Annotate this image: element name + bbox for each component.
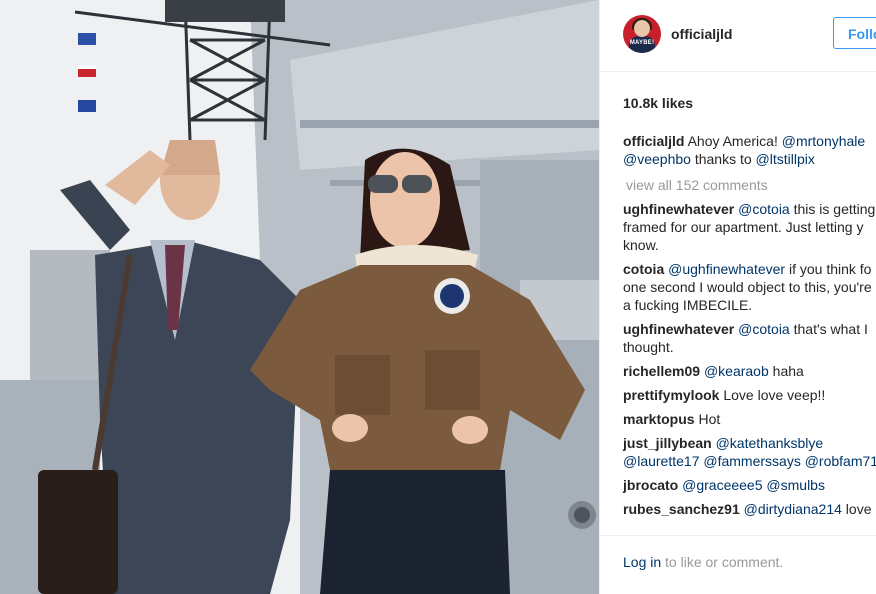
mention-link[interactable]: @ughfinewhatever	[668, 261, 785, 277]
comment: ughfinewhatever @cotoia this is getting	[623, 200, 876, 218]
post-side-panel: MAYBE! officialjld Follo 10.8k likes off…	[599, 0, 876, 594]
comment: marktopus Hot	[623, 410, 876, 428]
comment-text: that's what I	[789, 321, 868, 337]
comment: jbrocato @graceeee5 @smulbs	[623, 476, 876, 494]
comments-list: officialjld Ahoy America! @mrtonyhale @v…	[623, 132, 876, 518]
caption-text: Ahoy America!	[684, 133, 782, 149]
mention-link[interactable]: @mrtonyhale	[782, 133, 865, 149]
view-all-comments-link[interactable]: view all 152 comments	[626, 176, 876, 194]
likes-count[interactable]: 10.8k likes	[623, 95, 693, 111]
comment-user[interactable]: ughfinewhatever	[623, 201, 734, 217]
comment-user[interactable]: richellem09	[623, 363, 700, 379]
follow-button[interactable]: Follo	[833, 17, 876, 49]
comment: cotoia @ughfinewhatever if you think fo	[623, 260, 876, 278]
comment-line: thought.	[623, 339, 674, 355]
mention-link[interactable]: @veephbo	[623, 151, 691, 167]
mention-link[interactable]: @smulbs	[766, 477, 825, 493]
mention-link[interactable]: @robfam715	[805, 453, 876, 469]
comment-line: one second I would object to this, you'r…	[623, 279, 872, 295]
mention-link[interactable]: @cotoia	[738, 321, 790, 337]
comment-line: @laurette17 @fammerssays @robfam715	[623, 452, 876, 470]
post-photo[interactable]	[0, 0, 599, 594]
mention-link[interactable]: @ltstillpix	[756, 151, 815, 167]
caption: officialjld Ahoy America! @mrtonyhale	[623, 132, 876, 150]
comment-line: know.	[623, 237, 659, 253]
login-prompt: Log in to like or comment.	[623, 554, 783, 570]
avatar-face	[634, 20, 650, 37]
mention-link[interactable]: @laurette17	[623, 453, 699, 469]
photo-illustration	[0, 0, 599, 594]
comment-text: Love love veep!!	[719, 387, 826, 403]
mention-link[interactable]: @dirtydiana214	[744, 501, 842, 517]
comment-user[interactable]: ughfinewhatever	[623, 321, 734, 337]
caption-user[interactable]: officialjld	[623, 133, 684, 149]
mention-link[interactable]: @katethanksblye	[716, 435, 824, 451]
comment: just_jillybean @katethanksblye	[623, 434, 876, 452]
mention-link[interactable]: @graceeee5	[682, 477, 762, 493]
comment-user[interactable]: marktopus	[623, 411, 695, 427]
comment-user[interactable]: rubes_sanchez91	[623, 501, 740, 517]
avatar[interactable]: MAYBE!	[623, 15, 661, 53]
comment-text: Hot	[694, 411, 721, 427]
comment-text: love	[841, 501, 872, 517]
mention-link[interactable]: @kearaob	[704, 363, 769, 379]
comment-text: if you think fo	[785, 261, 872, 277]
comment-user[interactable]: just_jillybean	[623, 435, 712, 451]
post-header: MAYBE! officialjld Follo	[600, 0, 876, 72]
comment-user[interactable]: jbrocato	[623, 477, 678, 493]
comment-line: a fucking IMBECILE.	[623, 297, 753, 313]
comment-user[interactable]: cotoia	[623, 261, 664, 277]
comment: rubes_sanchez91 @dirtydiana214 love	[623, 500, 876, 518]
comment: ughfinewhatever @cotoia that's what I	[623, 320, 876, 338]
caption-line-2: @veephbo thanks to @ltstillpix	[623, 150, 876, 168]
comment-line: framed for our apartment. Just letting y	[623, 219, 864, 235]
caption-text: thanks to	[690, 151, 756, 167]
username-link[interactable]: officialjld	[671, 26, 732, 42]
mention-link[interactable]: @fammerssays	[703, 453, 800, 469]
login-link[interactable]: Log in	[623, 554, 661, 570]
avatar-tag: MAYBE!	[629, 40, 655, 46]
post-footer: Log in to like or comment.	[600, 535, 876, 594]
login-prompt-text: to like or comment.	[661, 554, 784, 570]
comment-text: this is getting	[789, 201, 876, 217]
comment: richellem09 @kearaob haha	[623, 362, 876, 380]
comment-user[interactable]: prettifymylook	[623, 387, 719, 403]
comment: prettifymylook Love love veep!!	[623, 386, 876, 404]
mention-link[interactable]: @cotoia	[738, 201, 790, 217]
comment-text: haha	[768, 363, 804, 379]
